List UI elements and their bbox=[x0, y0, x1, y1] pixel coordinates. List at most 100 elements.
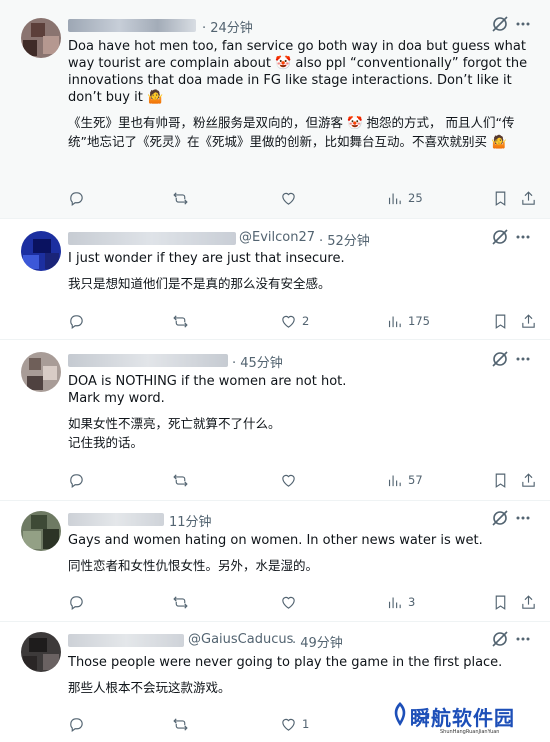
bookmark-icon bbox=[495, 473, 506, 488]
views-button[interactable]: 175 bbox=[386, 310, 430, 332]
reply-button[interactable] bbox=[68, 187, 90, 209]
like-button[interactable] bbox=[280, 591, 302, 613]
avatar[interactable] bbox=[21, 632, 61, 672]
tweet-1[interactable]: · 24分钟 Doa have hot men too, fan service… bbox=[0, 0, 550, 219]
repost-icon bbox=[173, 314, 188, 328]
views-icon bbox=[388, 316, 401, 327]
tweet-text: Gays and women hating on women. In other… bbox=[68, 532, 534, 575]
share-icon bbox=[522, 472, 535, 487]
display-name-blurred[interactable] bbox=[68, 354, 228, 367]
repost-button[interactable] bbox=[172, 713, 194, 735]
tweet-actions: 25 bbox=[60, 187, 540, 209]
repost-icon bbox=[173, 595, 188, 609]
repost-button[interactable] bbox=[172, 187, 194, 209]
user-handle[interactable]: @Evilcon27 bbox=[239, 230, 315, 245]
avatar[interactable] bbox=[21, 18, 61, 58]
like-icon bbox=[282, 596, 295, 609]
bookmark-icon bbox=[495, 314, 506, 329]
avatar[interactable] bbox=[21, 511, 61, 551]
bookmark-button[interactable] bbox=[492, 310, 509, 332]
repost-icon bbox=[173, 717, 188, 731]
repost-icon bbox=[173, 191, 188, 205]
tweet-actions: 57 bbox=[60, 469, 540, 491]
tweet-3[interactable]: · 45分钟 DOA is NOTHING if the women are n… bbox=[0, 340, 550, 501]
like-button[interactable]: 2 bbox=[280, 310, 309, 332]
display-name-blurred[interactable] bbox=[68, 232, 236, 245]
views-button[interactable]: 3 bbox=[386, 591, 415, 613]
tweet-actions: 3 bbox=[60, 591, 540, 613]
views-button[interactable]: 25 bbox=[386, 187, 423, 209]
tweet-text-english: Doa have hot men too, fan service go bot… bbox=[68, 39, 528, 105]
tweet-text-translation: 同性恋者和女性仇恨女性。另外，水是湿的。 bbox=[68, 558, 319, 573]
tweet-text-english-line1: DOA is NOTHING if the women are not hot. bbox=[68, 374, 347, 389]
grok-icon[interactable] bbox=[490, 508, 530, 528]
tweet-text-english: Those people were never going to play th… bbox=[68, 655, 503, 670]
views-icon bbox=[388, 475, 401, 486]
repost-button[interactable] bbox=[172, 469, 194, 491]
like-button[interactable] bbox=[280, 187, 302, 209]
bookmark-button[interactable] bbox=[492, 187, 509, 209]
like-button[interactable]: 1 bbox=[280, 713, 309, 735]
grok-icon[interactable] bbox=[490, 227, 530, 247]
reply-icon bbox=[70, 717, 83, 732]
reply-icon bbox=[70, 595, 83, 610]
reply-icon bbox=[70, 314, 83, 329]
watermark-title: 瞬航软件园 bbox=[410, 706, 515, 730]
avatar[interactable] bbox=[21, 352, 61, 392]
post-time[interactable]: · 49分钟 bbox=[292, 632, 343, 651]
grok-icon[interactable] bbox=[490, 629, 530, 649]
share-icon bbox=[522, 313, 535, 328]
post-time[interactable]: · 52分钟 bbox=[319, 230, 370, 249]
tweet-header: @GaiusCaducus · 49分钟 bbox=[68, 631, 530, 651]
like-icon bbox=[282, 192, 295, 205]
tweet-text-translation-line2: 记住我的话。 bbox=[68, 435, 144, 450]
repost-icon bbox=[173, 473, 188, 487]
tweet-text-translation-line1: 如果女性不漂亮，死亡就算不了什么。 bbox=[68, 416, 281, 431]
tweet-text: Those people were never going to play th… bbox=[68, 654, 534, 697]
share-icon bbox=[522, 594, 535, 609]
tweet-4[interactable]: 11分钟 Gays and women hating on women. In … bbox=[0, 501, 550, 622]
bookmark-button[interactable] bbox=[492, 469, 509, 491]
views-button[interactable]: 57 bbox=[386, 469, 423, 491]
tweet-2[interactable]: @Evilcon27 · 52分钟 I just wonder if they … bbox=[0, 219, 550, 340]
share-button[interactable] bbox=[520, 469, 537, 491]
like-icon bbox=[282, 718, 295, 731]
repost-button[interactable] bbox=[172, 591, 194, 613]
tweet-header: · 24分钟 bbox=[68, 16, 530, 36]
tweet-text-translation: 那些人根本不会玩这款游戏。 bbox=[68, 680, 231, 695]
tweet-header: @Evilcon27 · 52分钟 bbox=[68, 229, 530, 249]
tweet-text-english: Gays and women hating on women. In other… bbox=[68, 533, 483, 548]
tweet-text-translation: 《生死》里也有帅哥，粉丝服务是双向的，但游客 🤡 抱怨的方式， 而且人们“传统”… bbox=[68, 115, 515, 149]
tweet-text: DOA is NOTHING if the women are not hot.… bbox=[68, 373, 534, 452]
share-button[interactable] bbox=[520, 591, 537, 613]
tweet-header: · 45分钟 bbox=[68, 351, 530, 371]
views-icon bbox=[388, 193, 401, 204]
tweet-text-english-line2: Mark my word. bbox=[68, 391, 165, 406]
share-icon bbox=[522, 190, 535, 205]
like-button[interactable] bbox=[280, 469, 302, 491]
like-icon bbox=[282, 315, 295, 328]
post-time[interactable]: · 24分钟 bbox=[202, 17, 253, 36]
bookmark-button[interactable] bbox=[492, 591, 509, 613]
tweet-text: Doa have hot men too, fan service go bot… bbox=[68, 38, 534, 151]
grok-icon[interactable] bbox=[490, 349, 530, 369]
views-icon bbox=[388, 597, 401, 608]
tweet-text-english: I just wonder if they are just that inse… bbox=[68, 251, 345, 266]
avatar[interactable] bbox=[21, 231, 61, 271]
reply-button[interactable] bbox=[68, 713, 90, 735]
reply-icon bbox=[70, 191, 83, 206]
display-name-blurred[interactable] bbox=[68, 513, 164, 526]
share-button[interactable] bbox=[520, 187, 537, 209]
repost-button[interactable] bbox=[172, 310, 194, 332]
grok-icon[interactable] bbox=[490, 14, 530, 34]
display-name-blurred[interactable] bbox=[68, 19, 196, 32]
bookmark-icon bbox=[495, 191, 506, 206]
user-handle[interactable]: @GaiusCaducus bbox=[188, 632, 293, 647]
reply-button[interactable] bbox=[68, 591, 90, 613]
display-name-blurred[interactable] bbox=[68, 634, 184, 647]
reply-button[interactable] bbox=[68, 310, 90, 332]
share-button[interactable] bbox=[520, 310, 537, 332]
post-time[interactable]: 11分钟 bbox=[169, 511, 212, 530]
reply-button[interactable] bbox=[68, 469, 90, 491]
post-time[interactable]: · 45分钟 bbox=[232, 352, 283, 371]
